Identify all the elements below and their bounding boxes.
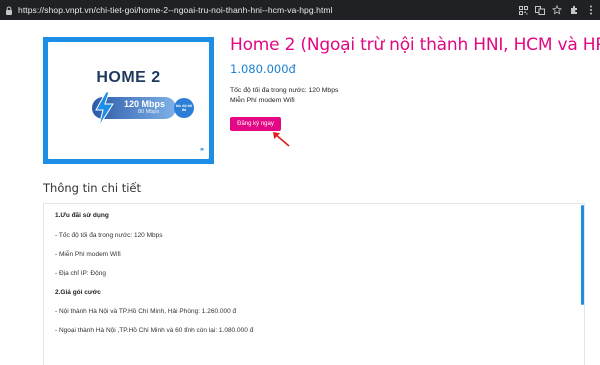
details-panel[interactable]	[43, 203, 585, 365]
detail-line: - Miễn Phí modem Wifi	[55, 251, 121, 258]
details-title: Thông tin chi tiết	[43, 181, 141, 195]
section-heading-benefits: 1.Ưu đãi sử dụng	[55, 212, 109, 219]
product-image: HOME 2 120 Mbps 80 Mbps tốc độ tối đa ››…	[43, 37, 214, 164]
url-text[interactable]: https://shop.vnpt.vn/chi-tiet-goi/home-2…	[18, 5, 333, 15]
lightning-bolt-icon	[95, 92, 114, 126]
star-icon[interactable]	[552, 5, 562, 15]
address-bar-actions	[518, 0, 596, 20]
detail-line: - Tốc độ tối đa trong nước: 120 Mbps	[55, 232, 163, 239]
red-arrow-icon	[273, 132, 290, 147]
extension-icon[interactable]	[569, 5, 579, 15]
speed-circle-badge: tốc độ tối đa	[174, 98, 194, 118]
speed-sub-text: 80 Mbps	[138, 109, 160, 115]
product-price: 1.080.000đ	[230, 62, 296, 76]
translate-icon[interactable]	[535, 5, 545, 15]
detail-line: - Nội thành Hà Nội và TP.Hồ Chí Minh, Hả…	[55, 308, 237, 315]
product-image-card: HOME 2 120 Mbps 80 Mbps tốc độ tối đa ››…	[48, 42, 209, 159]
details-scrollbar[interactable]	[581, 205, 584, 305]
chevron-logo-icon: ›››	[200, 147, 204, 153]
section-heading-pricing: 2.Giá gói cước	[55, 289, 101, 296]
browser-address-bar[interactable]: https://shop.vnpt.vn/chi-tiet-goi/home-2…	[0, 0, 600, 20]
register-button[interactable]: Đăng ký ngay	[230, 117, 281, 131]
image-heading: HOME 2	[96, 69, 161, 86]
detail-line: - Ngoại thành Hà Nội ,TP.Hồ Chí Minh và …	[55, 327, 254, 334]
speed-main-text: 120 Mbps	[124, 99, 166, 109]
feature-speed: Tốc độ tối đa trong nước: 120 Mbps	[230, 87, 339, 94]
detail-line: - Địa chỉ IP: Động	[55, 270, 106, 277]
product-title: Home 2 (Ngoại trừ nội thành HNI, HCM và …	[230, 35, 600, 55]
lock-icon[interactable]	[0, 0, 18, 20]
menu-icon[interactable]	[586, 5, 596, 15]
feature-modem: Miễn Phí modem Wifi	[230, 97, 295, 104]
qr-icon[interactable]	[518, 5, 528, 15]
